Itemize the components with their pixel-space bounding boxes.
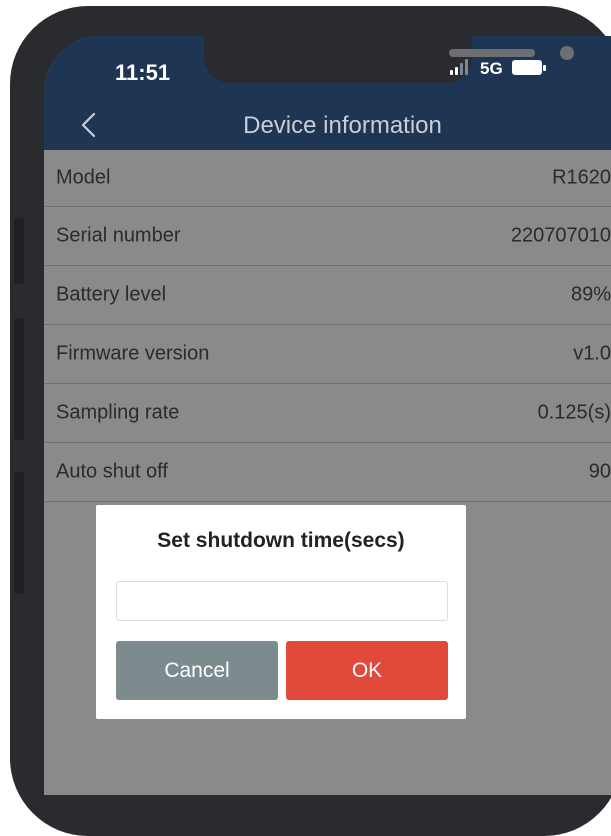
dialog-title: Set shutdown time(secs) <box>157 529 405 552</box>
battery-icon <box>512 60 546 75</box>
row-value: 220707010 <box>510 224 611 247</box>
row-label: Auto shut off <box>56 460 168 483</box>
mute-switch <box>14 218 24 284</box>
cellular-signal-icon <box>450 59 472 75</box>
volume-up-button <box>14 318 24 440</box>
info-row-auto-shut-off[interactable]: Auto shut off 90 <box>44 443 611 502</box>
row-label: Model <box>56 166 111 189</box>
row-label: Battery level <box>56 283 167 306</box>
top-bar: 11:51 5G Device information <box>44 36 611 150</box>
shutdown-time-input[interactable] <box>116 581 448 621</box>
app-header: Device information <box>44 98 611 150</box>
info-row-battery-level[interactable]: Battery level 89% <box>44 266 611 325</box>
status-time: 11:51 <box>115 60 171 85</box>
volume-down-button <box>14 472 24 594</box>
info-row-serial-number[interactable]: Serial number 220707010 <box>44 207 611 266</box>
row-value: 90 <box>588 460 611 483</box>
front-camera <box>560 46 574 60</box>
network-type-label: 5G <box>480 59 503 78</box>
row-label: Firmware version <box>56 342 210 365</box>
row-value: v1.0 <box>573 342 611 365</box>
ok-button[interactable]: OK <box>286 641 448 700</box>
device-info-list: Model R1620 Serial number 220707010 Batt… <box>44 150 611 502</box>
row-label: Serial number <box>56 224 181 247</box>
speaker-grille <box>449 49 535 57</box>
cancel-button[interactable]: Cancel <box>116 641 278 700</box>
row-value: 0.125(s) <box>537 401 611 424</box>
row-value: R1620 <box>552 166 611 189</box>
info-row-firmware-version[interactable]: Firmware version v1.0 <box>44 325 611 384</box>
notch <box>204 36 574 83</box>
row-label: Sampling rate <box>56 401 180 424</box>
info-row-sampling-rate[interactable]: Sampling rate 0.125(s) <box>44 384 611 443</box>
row-value: 89% <box>570 283 611 306</box>
info-row-model[interactable]: Model R1620 <box>44 150 611 207</box>
page-title: Device information <box>243 112 442 139</box>
shutdown-time-dialog: Set shutdown time(secs) Cancel OK <box>96 505 466 719</box>
